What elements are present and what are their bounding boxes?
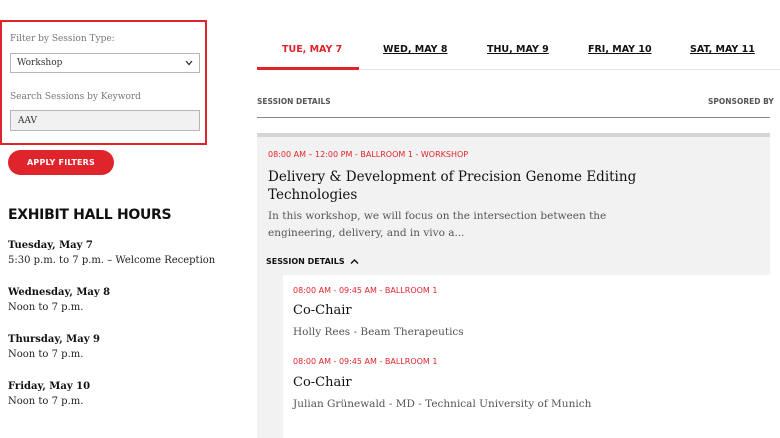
header-divider	[257, 117, 770, 118]
tab-wed-may-8[interactable]: WED, MAY 8	[383, 44, 447, 55]
tab-sat-may-11[interactable]: SAT, MAY 11	[690, 44, 755, 55]
hours-day: Friday, May 10	[8, 381, 91, 392]
sponsored-by-column-header: SPONSORED BY	[708, 97, 774, 106]
hours-day: Tuesday, May 7	[8, 240, 93, 251]
session-type-label: Filter by Session Type:	[10, 34, 115, 44]
hours-time: Noon to 7 p.m.	[8, 349, 84, 360]
subsession-title: Co-Chair	[293, 303, 352, 318]
session-details-toggle-label: SESSION DETAILS	[266, 257, 345, 266]
subsession-speaker: Holly Rees - Beam Therapeutics	[293, 326, 464, 338]
filter-panel: Filter by Session Type: Workshop Search …	[0, 20, 207, 145]
session-description: In this workshop, we will focus on the i…	[268, 210, 607, 239]
active-tab-indicator	[257, 67, 359, 70]
hours-time: Noon to 7 p.m.	[8, 302, 84, 313]
exhibit-hall-hours-title: EXHIBIT HALL HOURS	[8, 207, 172, 223]
hours-day: Wednesday, May 8	[8, 287, 111, 298]
hours-day: Thursday, May 9	[8, 334, 100, 345]
tab-thu-may-9[interactable]: THU, MAY 9	[487, 44, 549, 55]
session-card: 08:00 AM – 12:00 PM - BALLROOM 1 - WORKS…	[257, 133, 770, 438]
keyword-search-input[interactable]: AAV	[10, 110, 200, 131]
hours-time: Noon to 7 p.m.	[8, 396, 84, 407]
session-title[interactable]: Delivery & Development of Precision Geno…	[268, 168, 648, 204]
session-details-column-header: SESSION DETAILS	[257, 97, 331, 106]
session-details-toggle[interactable]: SESSION DETAILS	[266, 257, 359, 266]
session-meta: 08:00 AM – 12:00 PM - BALLROOM 1 - WORKS…	[268, 150, 469, 159]
tab-fri-may-10[interactable]: FRI, MAY 10	[588, 44, 652, 55]
chevron-down-icon	[185, 60, 193, 66]
chevron-up-icon	[350, 259, 359, 264]
tab-tue-may-7[interactable]: TUE, MAY 7	[282, 44, 342, 55]
subsession-meta: 08:00 AM - 09:45 AM - BALLROOM 1	[293, 357, 438, 366]
session-type-select[interactable]: Workshop	[10, 53, 200, 73]
session-type-value: Workshop	[17, 58, 63, 68]
subsession-list: 08:00 AM - 09:45 AM - BALLROOM 1 Co-Chai…	[283, 275, 770, 438]
hours-time: 5:30 p.m. to 7 p.m. – Welcome Reception	[8, 255, 216, 266]
subsession-title: Co-Chair	[293, 375, 352, 390]
subsession-speaker: Julian Grünewald - MD - Technical Univer…	[293, 398, 592, 410]
subsession-meta: 08:00 AM - 09:45 AM - BALLROOM 1	[293, 286, 438, 295]
apply-filters-button[interactable]: APPLY FILTERS	[8, 150, 114, 175]
keyword-label: Search Sessions by Keyword	[10, 92, 141, 102]
keyword-value: AAV	[18, 116, 38, 126]
